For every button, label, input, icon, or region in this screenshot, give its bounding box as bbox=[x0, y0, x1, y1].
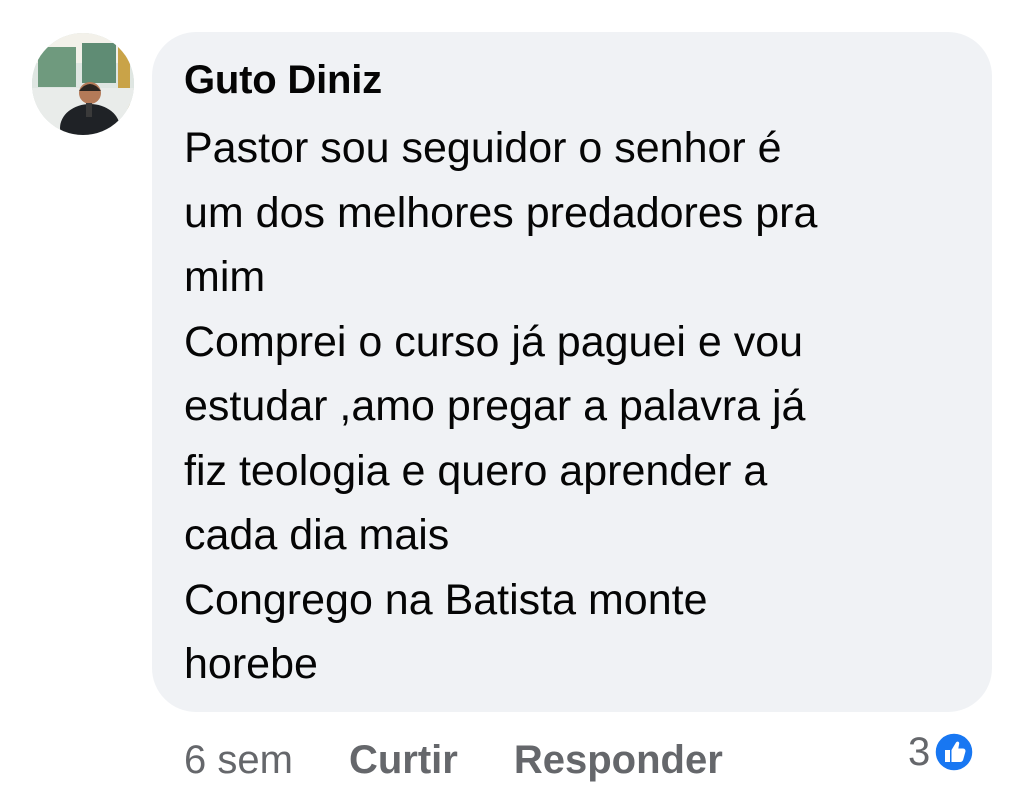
author-avatar[interactable] bbox=[32, 33, 134, 135]
comment-bubble: Guto Diniz Pastor sou seguidor o senhor … bbox=[152, 32, 992, 712]
comment-text: Pastor sou seguidor o senhor é um dos me… bbox=[184, 124, 818, 688]
comment-actions: 6 sem Curtir Responder bbox=[184, 732, 779, 787]
thumbs-up-icon bbox=[934, 732, 974, 772]
comment-timestamp[interactable]: 6 sem bbox=[184, 732, 293, 787]
reaction-summary[interactable]: 3 bbox=[908, 728, 974, 776]
reply-button[interactable]: Responder bbox=[514, 732, 723, 787]
like-button[interactable]: Curtir bbox=[349, 732, 458, 787]
comment: Guto Diniz Pastor sou seguidor o senhor … bbox=[0, 0, 1024, 787]
comment-author[interactable]: Guto Diniz bbox=[184, 54, 962, 106]
reaction-count: 3 bbox=[908, 730, 931, 774]
avatar-photo-icon bbox=[32, 33, 134, 135]
